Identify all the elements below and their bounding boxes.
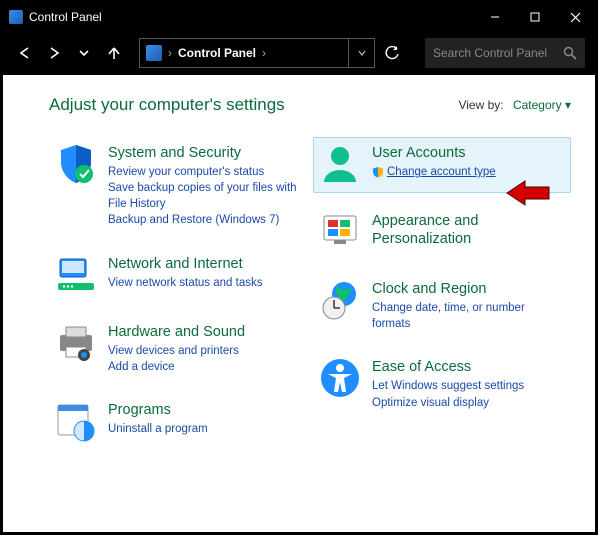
ease-of-access-icon [318,356,362,400]
link-file-history[interactable]: Save backup copies of your files with Fi… [108,180,302,212]
category-system-security[interactable]: System and Security Review your computer… [49,137,307,236]
category-title: Programs [108,401,208,419]
search-icon [563,46,577,60]
search-box[interactable]: Search Control Panel [425,38,585,68]
back-button[interactable] [13,42,35,64]
address-bar-icon [146,45,162,61]
minimize-button[interactable] [475,3,515,31]
link-add-device[interactable]: Add a device [108,359,245,375]
category-appearance[interactable]: Appearance and Personalization [313,205,571,261]
user-accounts-icon [318,142,362,186]
control-panel-icon [9,10,23,24]
link-change-account-type[interactable]: Change account type [372,164,496,180]
network-icon [54,253,98,297]
content-area: Adjust your computer's settings View by:… [3,75,595,462]
category-programs[interactable]: Programs Uninstall a program [49,394,307,450]
category-title: Clock and Region [372,280,566,298]
link-optimize-display[interactable]: Optimize visual display [372,395,524,411]
address-sep-icon: › [168,46,172,60]
search-placeholder: Search Control Panel [433,46,547,60]
annotation-arrow [505,179,551,207]
page-heading: Adjust your computer's settings [49,95,285,115]
appearance-icon [318,210,362,254]
link-network-status[interactable]: View network status and tasks [108,275,262,291]
printer-icon [54,321,98,365]
category-title: System and Security [108,144,302,162]
forward-button[interactable] [43,42,65,64]
window-title: Control Panel [29,10,102,24]
category-ease-of-access[interactable]: Ease of Access Let Windows suggest setti… [313,351,571,417]
category-title: Appearance and Personalization [372,212,566,248]
recent-locations-button[interactable] [73,42,95,64]
link-suggest-settings[interactable]: Let Windows suggest settings [372,378,524,394]
link-date-time-formats[interactable]: Change date, time, or number formats [372,300,566,332]
window-controls [475,3,595,31]
link-uninstall[interactable]: Uninstall a program [108,421,208,437]
link-review-status[interactable]: Review your computer's status [108,164,302,180]
close-button[interactable] [555,3,595,31]
category-title: Hardware and Sound [108,323,245,341]
address-sep-icon: › [262,46,266,60]
category-network-internet[interactable]: Network and Internet View network status… [49,248,307,304]
programs-icon [54,399,98,443]
link-backup-restore[interactable]: Backup and Restore (Windows 7) [108,212,302,228]
title-bar-left: Control Panel [9,10,102,24]
title-bar: Control Panel [3,3,595,31]
category-hardware-sound[interactable]: Hardware and Sound View devices and prin… [49,316,307,382]
view-by-control[interactable]: View by: Category ▾ [458,98,571,112]
refresh-button[interactable] [377,38,407,68]
category-title: User Accounts [372,144,496,162]
category-clock-region[interactable]: Clock and Region Change date, time, or n… [313,273,571,339]
address-bar[interactable]: › Control Panel › [139,38,349,68]
category-title: Ease of Access [372,358,524,376]
view-by-label: View by: [458,98,503,112]
shield-security-icon [54,142,98,186]
navigation-bar: › Control Panel › Search Control Panel [3,31,595,75]
category-title: Network and Internet [108,255,262,273]
address-dropdown[interactable] [349,38,375,68]
control-panel-window: Control Panel [0,0,598,535]
address-path: Control Panel [178,46,256,60]
view-by-value: Category ▾ [513,98,571,112]
left-column: System and Security Review your computer… [49,137,307,462]
link-devices-printers[interactable]: View devices and printers [108,343,245,359]
maximize-button[interactable] [515,3,555,31]
uac-shield-icon [372,166,384,178]
clock-region-icon [318,278,362,322]
up-button[interactable] [103,42,125,64]
